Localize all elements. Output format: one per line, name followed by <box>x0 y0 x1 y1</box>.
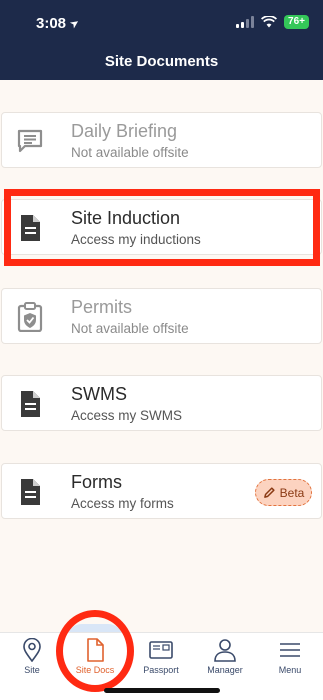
cellular-signal-icon <box>236 16 255 28</box>
document-icon <box>16 478 44 506</box>
tab-manager[interactable]: Manager <box>195 637 255 677</box>
location-arrow-icon: ➤ <box>67 16 83 32</box>
chat-lines-icon <box>16 127 44 155</box>
beta-badge: Beta <box>255 479 312 506</box>
card-site-induction[interactable]: Site Induction Access my inductions <box>1 199 322 255</box>
battery-indicator: 76+ <box>284 15 309 29</box>
status-indicators: 76+ <box>236 15 309 29</box>
document-icon <box>65 637 125 663</box>
hamburger-icon <box>260 637 320 663</box>
document-icon <box>16 390 44 418</box>
tab-site[interactable]: Site <box>2 637 62 677</box>
card-permits[interactable]: Permits Not available offsite <box>1 288 322 344</box>
card-title: SWMS <box>71 384 127 404</box>
tab-label: Passport <box>143 665 179 675</box>
card-forms[interactable]: Forms Access my forms Beta <box>1 463 322 519</box>
status-time: 3:08 ➤ <box>36 15 83 32</box>
location-pin-icon <box>2 637 62 663</box>
card-daily-briefing[interactable]: Daily Briefing Not available offsite <box>1 112 322 168</box>
tab-site-docs[interactable]: Site Docs <box>65 637 125 677</box>
card-subtitle: Access my SWMS <box>71 408 183 423</box>
tab-label: Site Docs <box>75 665 115 675</box>
card-title: Permits <box>71 297 133 317</box>
card-subtitle: Not available offsite <box>71 145 189 160</box>
person-icon <box>195 637 255 663</box>
tab-label: Menu <box>278 665 302 675</box>
beta-badge-label: Beta <box>279 485 305 500</box>
status-bar: 3:08 ➤ 76+ <box>0 0 323 44</box>
home-indicator[interactable] <box>104 688 220 693</box>
status-time-label: 3:08 <box>36 15 67 32</box>
card-subtitle: Access my inductions <box>71 232 201 247</box>
clipboard-shield-icon <box>16 302 44 332</box>
card-title: Daily Briefing <box>71 121 178 141</box>
tab-label: Manager <box>207 665 243 675</box>
document-icon <box>16 214 44 242</box>
card-swms[interactable]: SWMS Access my SWMS <box>1 375 322 431</box>
tab-passport[interactable]: Passport <box>131 637 191 677</box>
card-title: Site Induction <box>71 208 181 228</box>
card-subtitle: Access my forms <box>71 496 174 511</box>
pencil-icon <box>263 487 275 498</box>
card-subtitle: Not available offsite <box>71 321 189 336</box>
tab-label: Site <box>24 665 40 675</box>
card-title: Forms <box>71 472 122 492</box>
page-title: Site Documents <box>0 44 323 80</box>
wifi-icon <box>261 16 278 28</box>
passport-icon <box>131 637 191 663</box>
tab-menu[interactable]: Menu <box>260 637 320 677</box>
